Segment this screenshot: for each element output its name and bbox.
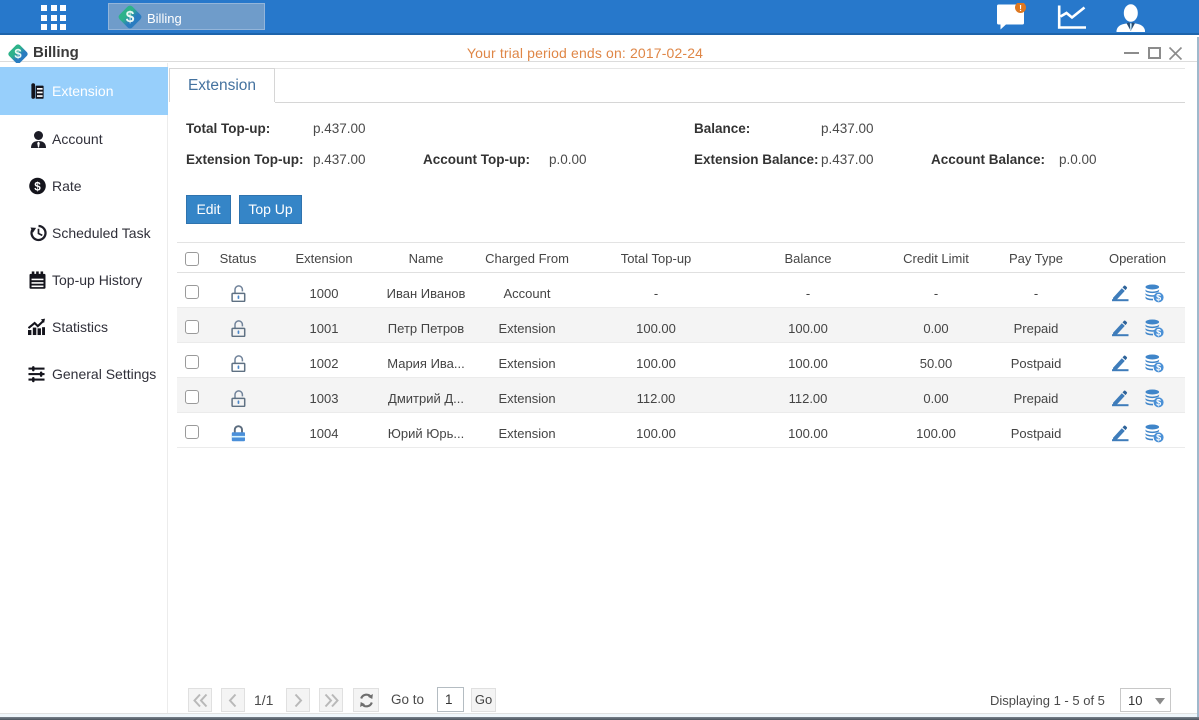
svg-text:$: $ (1156, 362, 1161, 372)
svg-text:$: $ (34, 180, 41, 193)
svg-text:$: $ (1156, 292, 1161, 302)
svg-text:$: $ (1156, 432, 1161, 442)
svg-text:$: $ (126, 9, 135, 26)
svg-text:$: $ (1156, 327, 1161, 337)
svg-text:$: $ (1156, 397, 1161, 407)
svg-text:!: ! (1019, 3, 1022, 13)
